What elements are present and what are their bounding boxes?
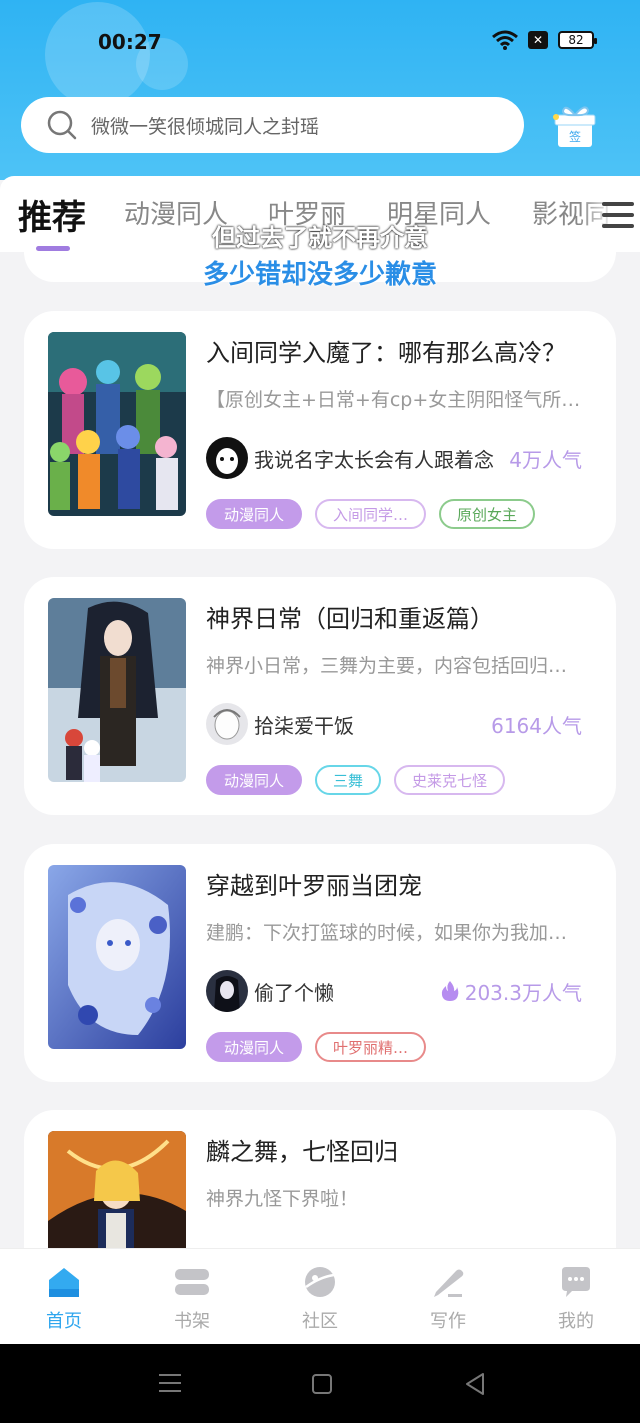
bottom-nav: 首页 书架 社区 写作 我的: [0, 1248, 640, 1344]
hot-flame-icon: [441, 981, 459, 1001]
notification-icon: ✕: [528, 31, 548, 49]
nav-label: 社区: [302, 1311, 338, 1332]
author-row: 我说名字太长会有人跟着念 4万人气: [206, 437, 582, 479]
tag[interactable]: 叶罗丽精…: [315, 1032, 427, 1062]
wifi-icon: [492, 30, 518, 50]
book-description: 建鹏：下次打篮球的时候，如果你为我加…: [206, 922, 568, 944]
nav-home[interactable]: 首页: [0, 1249, 128, 1345]
nav-label: 书架: [174, 1311, 210, 1332]
write-icon: [434, 1269, 464, 1297]
tag[interactable]: 史莱克七怪: [394, 765, 506, 795]
nav-label: 首页: [46, 1311, 82, 1332]
tag[interactable]: 三舞: [315, 765, 382, 795]
popularity-count: 4万人气: [509, 444, 582, 473]
author-name: 偷了个懒: [254, 980, 334, 1005]
battery-level: 82: [568, 33, 584, 47]
avatar[interactable]: [206, 703, 248, 745]
book-cover[interactable]: [48, 332, 186, 516]
book-description: 神界九怪下界啦！: [206, 1188, 359, 1210]
community-icon: [305, 1267, 335, 1297]
header: 00:27 ✕ 82 微微一笑很倾城同人之封瑶 签: [0, 0, 640, 180]
tag[interactable]: 动漫同人: [206, 765, 303, 795]
video-subtitle-line2: 多少错却没多少歉意: [202, 260, 437, 290]
book-title[interactable]: 入间同学入魔了：哪有那么高冷？: [206, 333, 596, 368]
battery-icon: 82: [558, 31, 597, 49]
search-bar[interactable]: 微微一笑很倾城同人之封瑶: [21, 97, 524, 153]
author-name: 我说名字太长会有人跟着念: [254, 447, 494, 472]
nav-label: 写作: [430, 1311, 466, 1332]
nav-write[interactable]: 写作: [384, 1249, 512, 1345]
book-cover[interactable]: [48, 1131, 186, 1248]
book-title[interactable]: 神界日常（回归和重返篇）: [206, 599, 596, 634]
nav-bookshelf[interactable]: 书架: [128, 1249, 256, 1345]
tag-list: 动漫同人 三舞 史莱克七怪: [206, 765, 506, 795]
nav-community[interactable]: 社区: [256, 1249, 384, 1345]
bookshelf-icon: [175, 1269, 209, 1295]
popularity-count: 203.3万人气: [441, 977, 582, 1006]
recent-apps-icon[interactable]: [159, 1374, 181, 1392]
nav-label: 我的: [558, 1311, 594, 1332]
book-feed[interactable]: 入间同学入魔了：哪有那么高冷？ 【原创女主+日常+有cp+女主阴阳怪气所… 我说…: [0, 252, 640, 1248]
popularity-count: 6164人气: [491, 710, 582, 739]
popularity-text: 4万人气: [509, 447, 582, 472]
search-placeholder: 微微一笑很倾城同人之封瑶: [91, 115, 320, 138]
tag[interactable]: 入间同学…: [315, 499, 427, 529]
tag-list: 动漫同人 入间同学… 原创女主: [206, 499, 536, 529]
profile-icon: [562, 1267, 590, 1297]
home-button-icon[interactable]: [312, 1374, 332, 1394]
system-nav-bar: [0, 1344, 640, 1423]
sign-in-label: 签: [569, 129, 581, 144]
book-cover[interactable]: [48, 598, 186, 782]
book-cover[interactable]: [48, 865, 186, 1049]
popularity-text: 6164人气: [491, 713, 582, 738]
decorative-bubble: [45, 2, 150, 107]
author-name: 拾柒爱干饭: [254, 713, 354, 738]
home-icon: [49, 1268, 79, 1297]
avatar[interactable]: [206, 970, 248, 1012]
author-row: 拾柒爱干饭 6164人气: [206, 703, 582, 745]
status-icons: ✕ 82: [492, 30, 597, 50]
book-card[interactable]: 神界日常（回归和重返篇） 神界小日常，三舞为主要，内容包括回归… 拾柒爱干饭 6…: [24, 577, 616, 815]
author-row: 偷了个懒 203.3万人气: [206, 970, 582, 1012]
tag[interactable]: 动漫同人: [206, 499, 303, 529]
tag[interactable]: 动漫同人: [206, 1032, 303, 1062]
avatar[interactable]: [206, 437, 248, 479]
video-subtitle-line1: 但过去了就不再介意: [212, 224, 428, 252]
tag-list: 动漫同人 叶罗丽精…: [206, 1032, 427, 1062]
nav-profile[interactable]: 我的: [512, 1249, 640, 1345]
search-icon: [47, 110, 77, 140]
book-description: 【原创女主+日常+有cp+女主阴阳怪气所…: [206, 389, 581, 411]
book-title[interactable]: 麟之舞，七怪回归: [206, 1132, 596, 1167]
popularity-text: 203.3万人气: [464, 980, 582, 1005]
book-description: 神界小日常，三舞为主要，内容包括回归…: [206, 655, 568, 677]
book-card[interactable]: 入间同学入魔了：哪有那么高冷？ 【原创女主+日常+有cp+女主阴阳怪气所… 我说…: [24, 311, 616, 549]
status-time: 00:27: [98, 30, 162, 54]
tag[interactable]: 原创女主: [439, 499, 536, 529]
sign-in-gift-icon[interactable]: 签: [550, 103, 598, 149]
book-title[interactable]: 穿越到叶罗丽当团宠: [206, 866, 596, 901]
book-card[interactable]: 麟之舞，七怪回归 神界九怪下界啦！: [24, 1110, 616, 1248]
back-icon[interactable]: [464, 1372, 486, 1396]
book-card[interactable]: 穿越到叶罗丽当团宠 建鹏：下次打篮球的时候，如果你为我加… 偷了个懒 203.3…: [24, 844, 616, 1082]
